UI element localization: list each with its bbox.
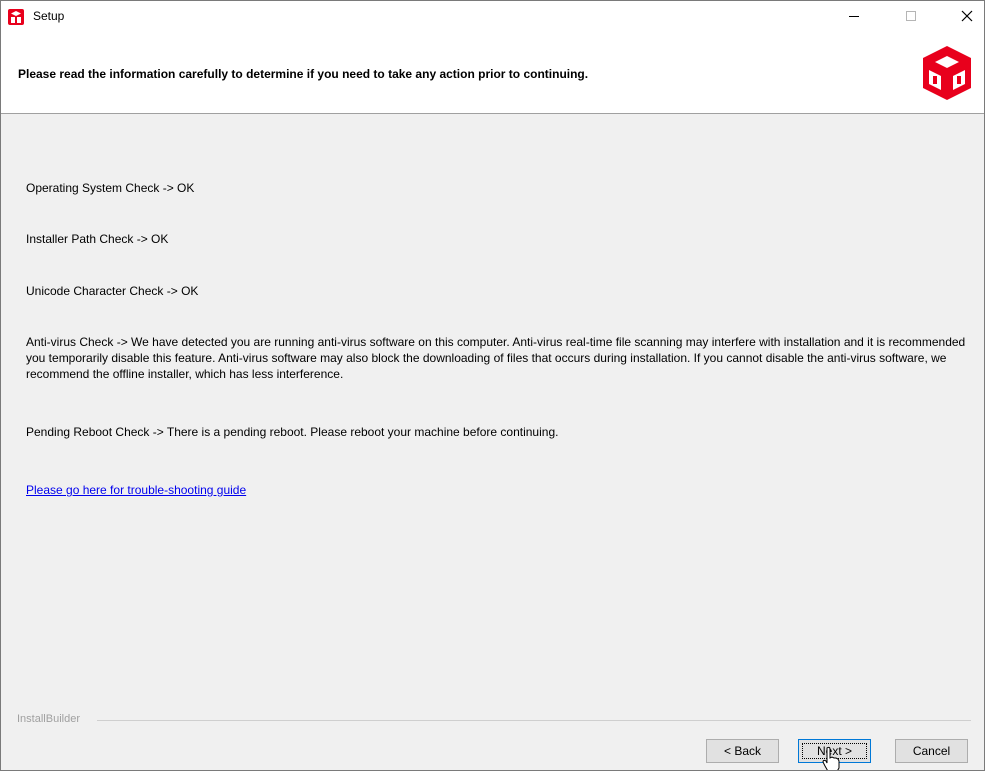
troubleshooting-link[interactable]: Please go here for trouble-shooting guid… [26,483,246,497]
app-icon [8,9,24,25]
check-pending-reboot: Pending Reboot Check -> There is a pendi… [26,425,559,439]
minimize-icon [849,16,859,17]
check-unicode: Unicode Character Check -> OK [26,284,199,298]
check-os: Operating System Check -> OK [26,181,195,195]
back-button[interactable]: < Back [706,739,779,763]
minimize-button[interactable] [831,1,877,31]
maximize-icon [906,11,916,21]
window-title: Setup [33,9,65,23]
header-instruction: Please read the information carefully to… [18,67,589,81]
close-icon [961,10,973,22]
back-button-label: < Back [723,744,762,758]
cancel-button[interactable]: Cancel [895,739,968,763]
check-installer-path: Installer Path Check -> OK [26,232,169,246]
wizard-header: Please read the information carefully to… [1,31,984,114]
title-bar: Setup [1,1,984,31]
brand-row: InstallBuilder [1,713,984,729]
installbuilder-logo [923,46,971,100]
close-button[interactable] [944,1,984,31]
brand-divider [97,720,971,721]
cancel-button-label: Cancel [912,744,951,758]
brand-label: InstallBuilder [17,713,80,725]
mouse-cursor-icon [822,746,840,770]
maximize-button[interactable] [888,1,934,31]
setup-window: Setup Please read the information carefu… [0,0,985,771]
check-antivirus: Anti-virus Check -> We have detected you… [26,335,966,381]
